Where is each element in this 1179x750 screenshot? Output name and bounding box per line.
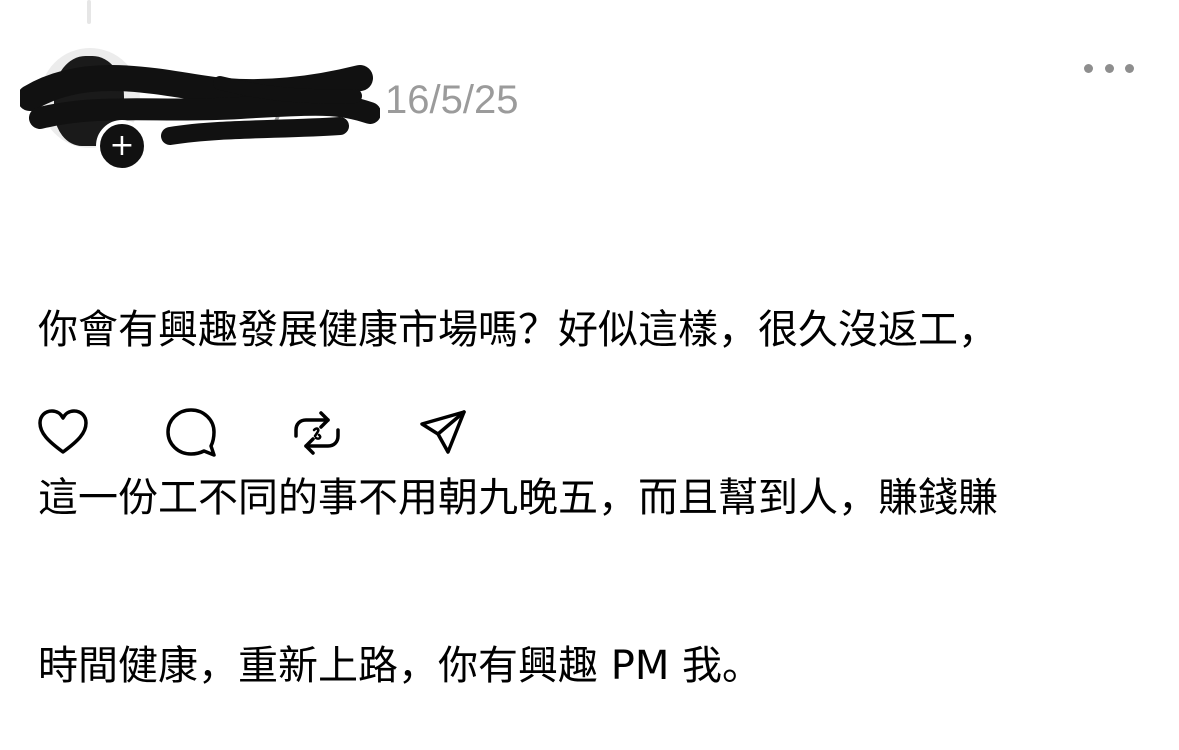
like-button[interactable] — [36, 406, 90, 460]
send-icon — [420, 410, 466, 454]
repost-icon — [294, 411, 340, 455]
heart-icon — [38, 409, 88, 454]
thread-line — [87, 0, 91, 24]
ellipsis-icon — [1084, 63, 1093, 73]
ellipsis-icon — [1125, 63, 1134, 73]
ellipsis-icon — [1104, 63, 1114, 73]
post-text-line: 時間健康，重新上路，你有興趣 PM 我。 — [38, 643, 763, 689]
post-text-line: 你會有興趣發展健康市場嗎？好似這樣，很久沒返工， — [38, 307, 998, 353]
post-actions — [36, 406, 476, 460]
post-text-line: 這一份工不同的事不用朝九晚五，而且幫到人，賺錢賺 — [38, 475, 998, 521]
post-timestamp: 16/5/25 — [385, 78, 519, 122]
follow-button[interactable]: + — [96, 120, 148, 172]
comment-icon — [166, 408, 216, 457]
plus-icon: + — [109, 128, 135, 163]
reply-button[interactable] — [164, 406, 218, 460]
more-options-button[interactable] — [1084, 50, 1134, 86]
repost-button[interactable] — [290, 406, 344, 460]
redaction-scribble — [20, 65, 380, 145]
share-button[interactable] — [416, 406, 470, 460]
post-body: 你會有興趣發展健康市場嗎？好似這樣，很久沒返工， 這一份工不同的事不用朝九晚五，… — [38, 190, 1138, 750]
